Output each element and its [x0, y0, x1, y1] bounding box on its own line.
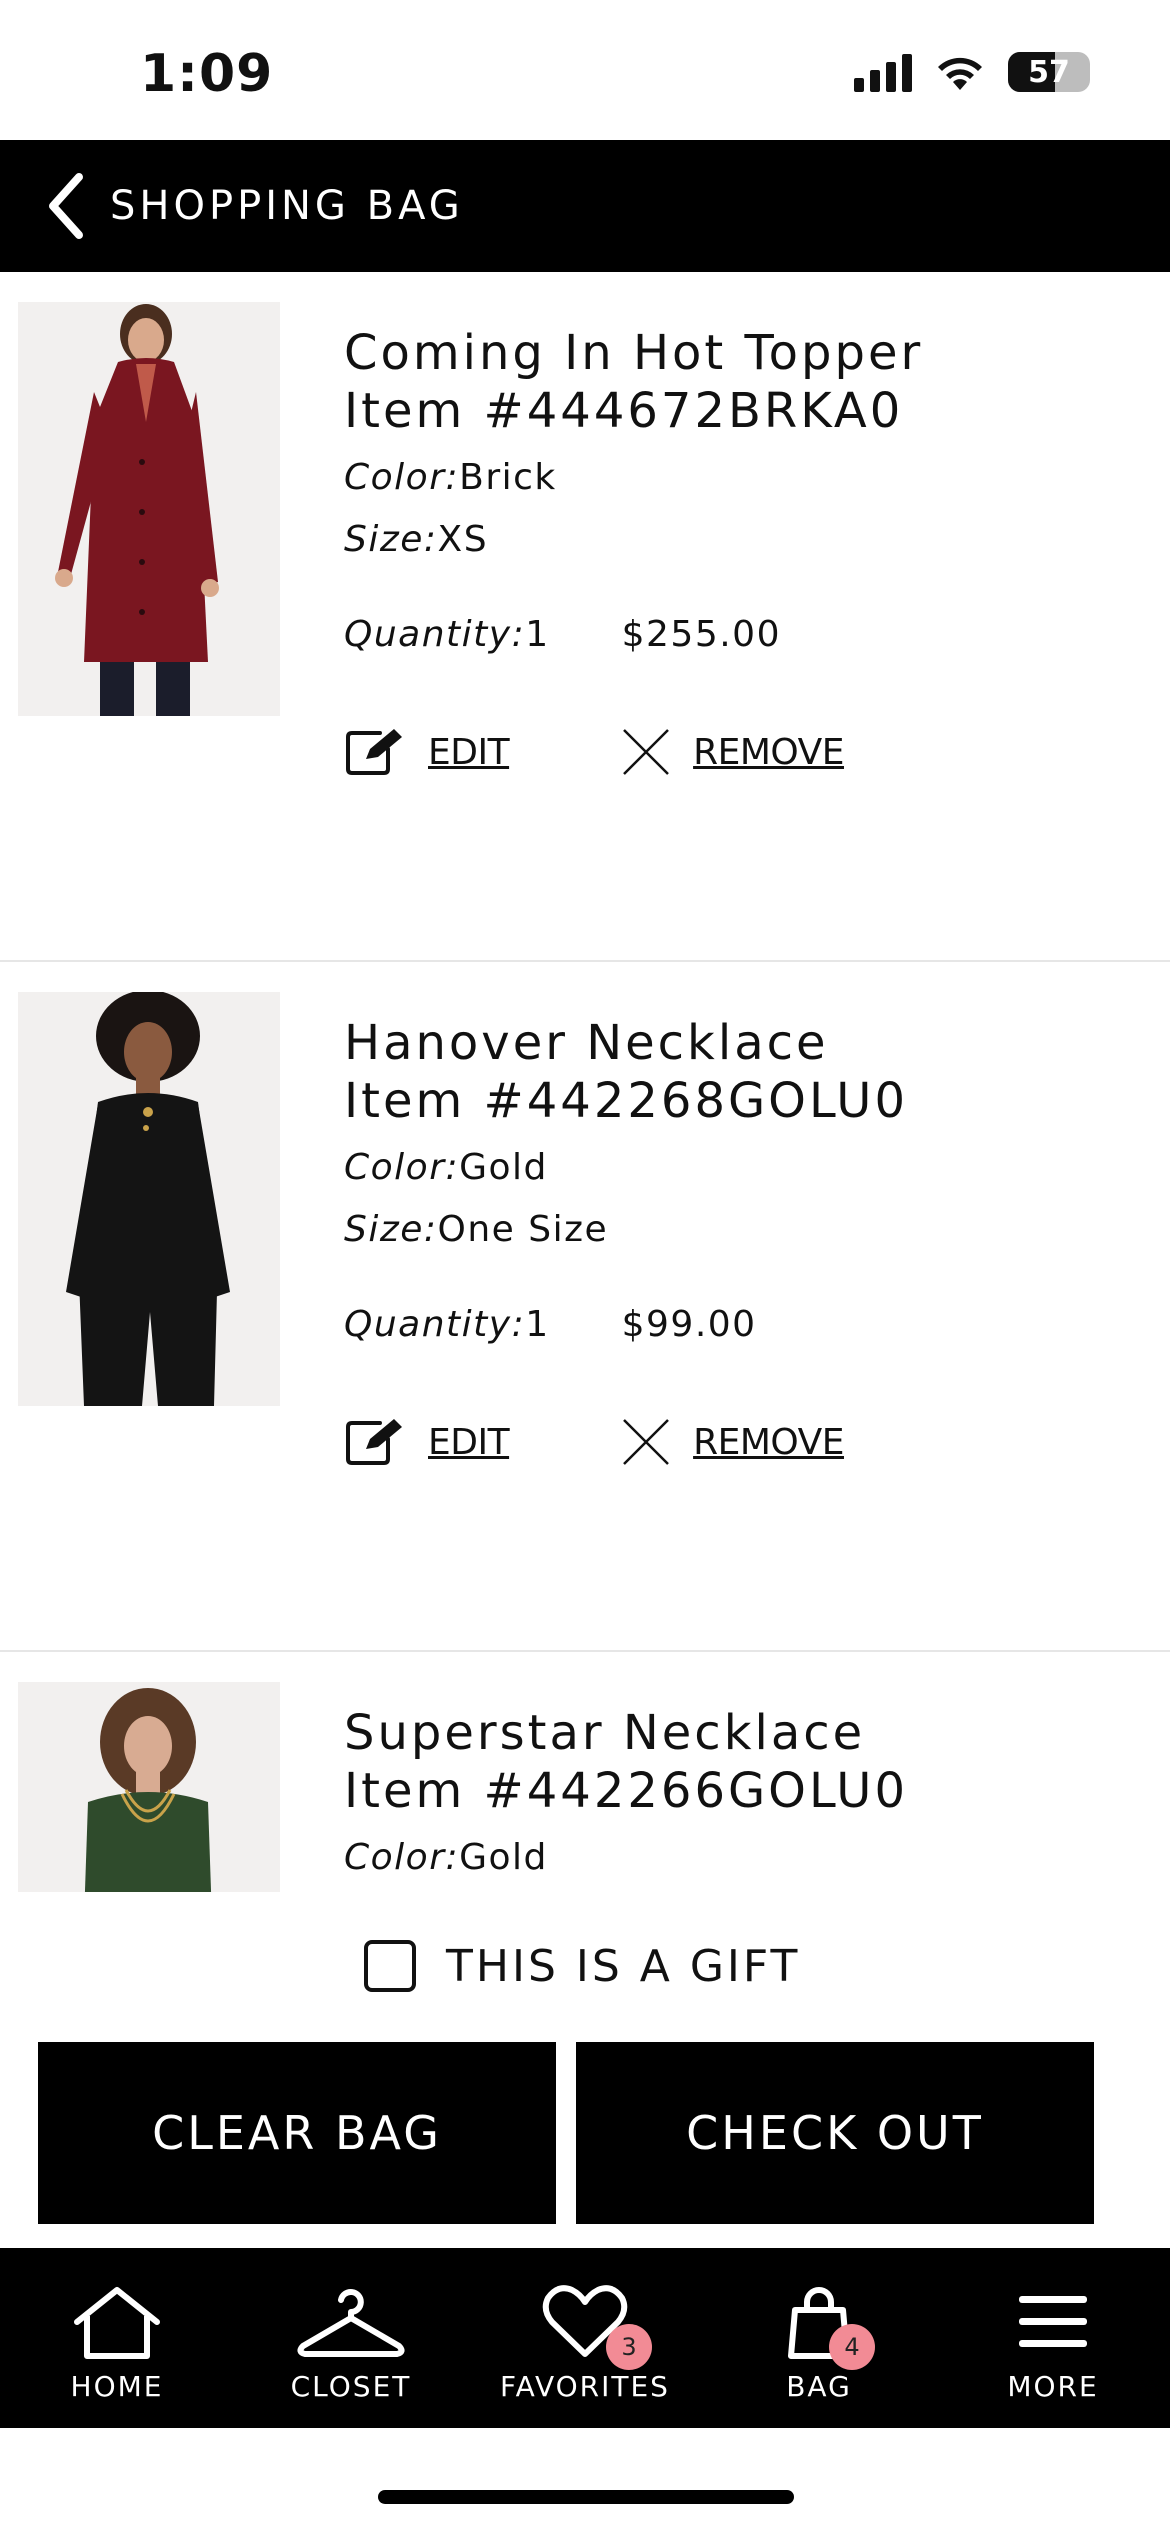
remove-label: REMOVE [693, 1421, 844, 1463]
home-icon [71, 2282, 163, 2362]
gift-option[interactable]: THIS IS A GIFT [364, 1940, 801, 1992]
bag-item-list[interactable]: Coming In Hot Topper Item #444672BRKA0 C… [0, 272, 1170, 1892]
tab-favorites[interactable]: 3 FAVORITES [468, 2248, 702, 2428]
remove-button[interactable]: REMOVE [621, 1417, 844, 1467]
quantity: Quantity:1 [344, 1304, 550, 1345]
edit-icon [346, 729, 402, 775]
tab-bag[interactable]: 4 BAG [702, 2248, 936, 2428]
gift-checkbox[interactable] [364, 1940, 416, 1992]
quantity-price-row: Quantity:1 $99.00 [344, 1304, 1130, 1345]
gift-label: THIS IS A GIFT [446, 1940, 801, 1992]
size-label: Size: [344, 519, 438, 560]
color-row: Color:Gold [344, 1834, 1130, 1882]
edit-label: EDIT [428, 731, 510, 773]
battery-level: 57 [1028, 54, 1070, 90]
home-indicator[interactable] [378, 2490, 794, 2504]
color-value: Gold [459, 1147, 548, 1188]
color-row: Color:Brick [344, 454, 1130, 502]
cellular-signal-icon [854, 52, 912, 92]
bag-item: Superstar Necklace Item #442266GOLU0 Col… [0, 1652, 1170, 1892]
quantity-value: 1 [525, 1304, 550, 1345]
color-label: Color: [344, 457, 460, 498]
size-value: XS [437, 519, 489, 560]
edit-button[interactable]: EDIT [344, 727, 510, 777]
wifi-icon [938, 57, 982, 90]
clear-bag-button[interactable]: CLEAR BAG [38, 2042, 556, 2224]
price: $99.00 [621, 1304, 757, 1345]
size-row: Size:One Size [344, 1206, 1130, 1254]
menu-icon [1017, 2282, 1089, 2362]
quantity-label: Quantity: [344, 614, 526, 655]
color-value: Gold [459, 1837, 548, 1878]
item-details: Superstar Necklace Item #442266GOLU0 Col… [344, 1704, 1130, 1882]
tab-bag-label: BAG [786, 2370, 852, 2403]
edit-label: EDIT [428, 1421, 510, 1463]
battery-icon: 57 [1008, 52, 1090, 92]
item-details: Hanover Necklace Item #442268GOLU0 Color… [344, 1014, 1130, 1467]
quantity-price-row: Quantity:1 $255.00 [344, 614, 1130, 655]
tab-more-label: MORE [1007, 2370, 1099, 2403]
hanger-icon [295, 2282, 407, 2362]
item-number: Item #442266GOLU0 [344, 1763, 908, 1819]
tab-closet-label: CLOSET [290, 2370, 412, 2403]
close-icon [623, 729, 669, 775]
quantity-value: 1 [525, 614, 550, 655]
status-bar: 1:09 57 [0, 0, 1170, 140]
item-actions: EDIT REMOVE [344, 727, 1130, 777]
back-button[interactable] [20, 140, 110, 272]
tab-more[interactable]: MORE [936, 2248, 1170, 2428]
chevron-left-icon [49, 173, 83, 239]
header: SHOPPING BAG [0, 140, 1170, 272]
price: $255.00 [621, 614, 781, 655]
favorites-count-badge: 3 [606, 2324, 652, 2370]
check-out-button[interactable]: CHECK OUT [576, 2042, 1094, 2224]
page-title: SHOPPING BAG [110, 183, 464, 229]
product-image[interactable] [18, 302, 280, 716]
bottom-tab-bar: HOME CLOSET 3 FAVORITES 4 BAG MORE [0, 2248, 1170, 2428]
bag-count-badge: 4 [829, 2324, 875, 2370]
size-value: One Size [437, 1209, 609, 1250]
close-icon [623, 1419, 669, 1465]
tab-favorites-label: FAVORITES [500, 2370, 670, 2403]
remove-button[interactable]: REMOVE [621, 727, 844, 777]
item-number: Item #444672BRKA0 [344, 383, 904, 439]
color-label: Color: [344, 1147, 460, 1188]
quantity-label: Quantity: [344, 1304, 526, 1345]
item-title[interactable]: Coming In Hot Topper [344, 324, 1130, 382]
bag-item: Coming In Hot Topper Item #444672BRKA0 C… [0, 272, 1170, 962]
item-number: Item #442268GOLU0 [344, 1073, 908, 1129]
item-actions: EDIT REMOVE [344, 1417, 1130, 1467]
tab-home-label: HOME [70, 2370, 164, 2403]
product-image[interactable] [18, 992, 280, 1406]
status-icons: 57 [854, 52, 1090, 92]
color-label: Color: [344, 1837, 460, 1878]
edit-button[interactable]: EDIT [344, 1417, 510, 1467]
edit-icon [346, 1419, 402, 1465]
item-details: Coming In Hot Topper Item #444672BRKA0 C… [344, 324, 1130, 777]
item-title[interactable]: Superstar Necklace [344, 1704, 1130, 1762]
remove-label: REMOVE [693, 731, 844, 773]
quantity: Quantity:1 [344, 614, 550, 655]
tab-home[interactable]: HOME [0, 2248, 234, 2428]
size-label: Size: [344, 1209, 438, 1250]
bag-item: Hanover Necklace Item #442268GOLU0 Color… [0, 962, 1170, 1652]
status-time: 1:09 [140, 44, 274, 104]
heart-icon: 3 [542, 2282, 652, 2370]
item-title[interactable]: Hanover Necklace [344, 1014, 1130, 1072]
size-row: Size:XS [344, 516, 1130, 564]
shopping-bag-icon: 4 [787, 2282, 875, 2370]
tab-closet[interactable]: CLOSET [234, 2248, 468, 2428]
color-value: Brick [459, 457, 557, 498]
product-image[interactable] [18, 1682, 280, 1892]
color-row: Color:Gold [344, 1144, 1130, 1192]
